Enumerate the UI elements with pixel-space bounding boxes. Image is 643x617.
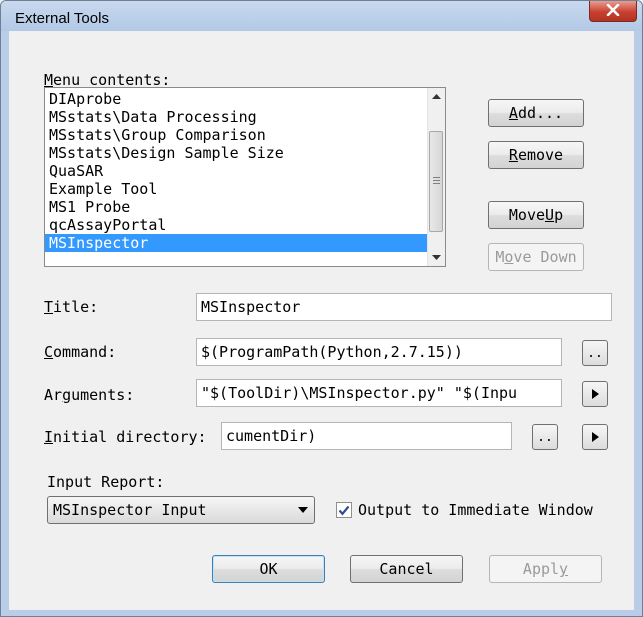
apply-button[interactable]: Appl y xyxy=(489,555,602,583)
chevron-down-icon xyxy=(298,507,308,513)
list-scrollbar[interactable] xyxy=(427,88,445,266)
list-item[interactable]: MS1 Probe xyxy=(45,198,428,216)
scroll-down-arrow[interactable] xyxy=(428,249,445,266)
close-icon xyxy=(606,2,620,20)
list-item[interactable]: MSstats\Data Processing xyxy=(45,108,428,126)
checkmark-icon xyxy=(338,505,350,515)
scroll-up-icon xyxy=(432,94,441,99)
list-items: DIAprobe MSstats\Data Processing MSstats\G… xyxy=(45,90,428,252)
list-item[interactable]: MSstats\Design Sample Size xyxy=(45,144,428,162)
window-title: External Tools xyxy=(15,10,109,27)
list-item[interactable]: qcAssayPortal xyxy=(45,216,428,234)
remove-button[interactable]: Remove xyxy=(488,141,584,169)
arguments-label: Arguments: xyxy=(44,386,135,404)
close-button[interactable] xyxy=(589,1,637,22)
input-report-label: Input Report: xyxy=(47,473,165,491)
arrow-right-icon xyxy=(591,432,599,442)
arguments-macro-button[interactable] xyxy=(582,381,608,407)
initial-directory-label: Initial directory: xyxy=(44,428,207,446)
list-item[interactable]: DIAprobe xyxy=(45,90,428,108)
command-input[interactable]: $(ProgramPath(Python,2.7.15)) xyxy=(196,338,562,366)
output-checkbox[interactable] xyxy=(336,502,352,518)
scroll-up-arrow[interactable] xyxy=(428,88,445,105)
browse-directory-button[interactable]: .. xyxy=(532,424,558,450)
scroll-thumb[interactable] xyxy=(429,131,443,232)
dialog-client: Menu contents: DIAprobe MSstats\Data Proc… xyxy=(9,31,634,610)
ok-button[interactable]: OK xyxy=(212,555,325,583)
move-up-button[interactable]: Move Up xyxy=(488,201,584,229)
initial-directory-input[interactable]: cumentDir) xyxy=(221,422,512,450)
list-item[interactable]: Example Tool xyxy=(45,180,428,198)
list-item[interactable]: MSstats\Group Comparison xyxy=(45,126,428,144)
list-item[interactable]: MSInspector xyxy=(45,234,428,252)
scroll-down-icon xyxy=(432,255,441,260)
move-down-button[interactable]: Mo ve Down xyxy=(488,243,584,271)
add-button[interactable]: Add... xyxy=(488,99,584,127)
title-label: Title: xyxy=(44,298,99,316)
command-label: Command: xyxy=(44,343,117,361)
frame-right xyxy=(634,31,642,616)
arrow-right-icon xyxy=(591,389,599,399)
output-checkbox-label[interactable]: Output to Immediate Window xyxy=(358,501,593,519)
browse-command-button[interactable]: .. xyxy=(582,340,608,366)
frame-left xyxy=(1,31,9,616)
input-report-select[interactable]: MSInspector Input xyxy=(47,496,315,524)
external-tools-dialog: External Tools Menu contents: DIAprobe MS… xyxy=(0,0,643,617)
input-report-value: MSInspector Input xyxy=(53,501,207,519)
title-bar[interactable]: External Tools xyxy=(1,1,642,31)
title-input[interactable]: MSInspector xyxy=(196,293,612,321)
menu-contents-list[interactable]: DIAprobe MSstats\Data Processing MSstats\G… xyxy=(44,87,446,267)
list-item[interactable]: QuaSAR xyxy=(45,162,428,180)
cancel-button[interactable]: Cancel xyxy=(350,555,463,583)
arguments-input[interactable]: "$(ToolDir)\MSInspector.py" "$(Inpu xyxy=(196,379,562,407)
directory-macro-button[interactable] xyxy=(582,424,608,450)
